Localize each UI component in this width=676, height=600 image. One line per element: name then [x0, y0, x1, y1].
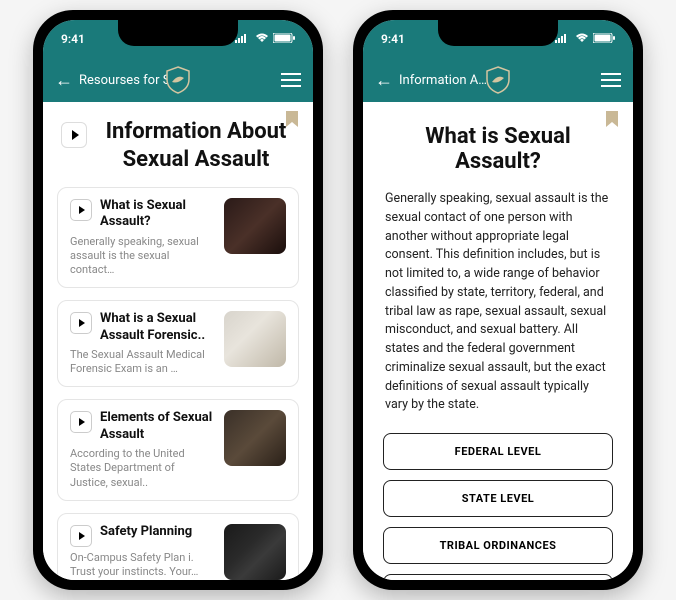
- body-text: Generally speaking, sexual assault is th…: [363, 190, 633, 433]
- notch: [118, 20, 238, 46]
- level-button[interactable]: FEDERAL LEVEL: [383, 433, 613, 470]
- app-logo-icon: [164, 66, 192, 94]
- bookmark-icon[interactable]: [605, 110, 619, 133]
- card-item[interactable]: What is Sexual Assault? Generally speaki…: [57, 187, 299, 288]
- level-button[interactable]: TRIBAL ORDINANCES: [383, 527, 613, 564]
- play-icon[interactable]: [70, 312, 92, 334]
- card-item[interactable]: Safety Planning On-Campus Safety Plan i.…: [57, 513, 299, 580]
- card-item[interactable]: Elements of Sexual Assault According to …: [57, 399, 299, 500]
- nav-bar: ← Resourses for St…: [43, 58, 313, 102]
- nav-title: Information A…: [399, 73, 487, 88]
- nav-bar: ← Information A…: [363, 58, 633, 102]
- card-image: [224, 198, 286, 254]
- wifi-icon: [255, 32, 269, 46]
- card-list: What is Sexual Assault? Generally speaki…: [43, 187, 313, 580]
- card-title: Elements of Sexual Assault: [100, 410, 214, 443]
- level-button[interactable]: TRIBAL COLLEGE: [383, 574, 613, 580]
- card-image: [224, 410, 286, 466]
- card-title: Safety Planning: [100, 524, 192, 540]
- card-title: What is a Sexual Assault Forensic..: [100, 311, 214, 344]
- card-desc: The Sexual Assault Medical Forensic Exam…: [70, 348, 214, 377]
- card-image: [224, 524, 286, 580]
- battery-icon: [593, 32, 615, 46]
- notch: [438, 20, 558, 46]
- back-icon[interactable]: ←: [375, 70, 393, 91]
- play-button[interactable]: [61, 122, 87, 148]
- bookmark-icon[interactable]: [285, 110, 299, 133]
- status-icons: [235, 32, 295, 46]
- page-title: Information About Sexual Assault: [97, 118, 295, 173]
- card-desc: On-Campus Safety Plan i. Trust your inst…: [70, 551, 214, 580]
- play-icon[interactable]: [70, 525, 92, 547]
- screen-right: 9:41 ← Information A…: [363, 20, 633, 580]
- button-list: FEDERAL LEVEL STATE LEVEL TRIBAL ORDINAN…: [363, 433, 633, 580]
- card-item[interactable]: What is a Sexual Assault Forensic.. The …: [57, 300, 299, 387]
- phone-right: 9:41 ← Information A…: [353, 10, 643, 590]
- card-desc: According to the United States Departmen…: [70, 447, 214, 490]
- play-icon[interactable]: [70, 199, 92, 221]
- app-logo-icon: [484, 66, 512, 94]
- menu-icon[interactable]: [601, 73, 621, 87]
- card-image: [224, 311, 286, 367]
- status-icons: [555, 32, 615, 46]
- play-icon[interactable]: [70, 411, 92, 433]
- status-time: 9:41: [61, 32, 85, 46]
- page-title: What is Sexual Assault?: [363, 102, 633, 190]
- level-button[interactable]: STATE LEVEL: [383, 480, 613, 517]
- content-left: Information About Sexual Assault What is…: [43, 102, 313, 580]
- content-right: What is Sexual Assault? Generally speaki…: [363, 102, 633, 580]
- card-title: What is Sexual Assault?: [100, 198, 214, 231]
- battery-icon: [273, 32, 295, 46]
- phone-left: 9:41 ← Resourses for St…: [33, 10, 323, 590]
- back-icon[interactable]: ←: [55, 70, 73, 91]
- status-time: 9:41: [381, 32, 405, 46]
- screen-left: 9:41 ← Resourses for St…: [43, 20, 313, 580]
- card-desc: Generally speaking, sexual assault is th…: [70, 235, 214, 278]
- menu-icon[interactable]: [281, 73, 301, 87]
- wifi-icon: [575, 32, 589, 46]
